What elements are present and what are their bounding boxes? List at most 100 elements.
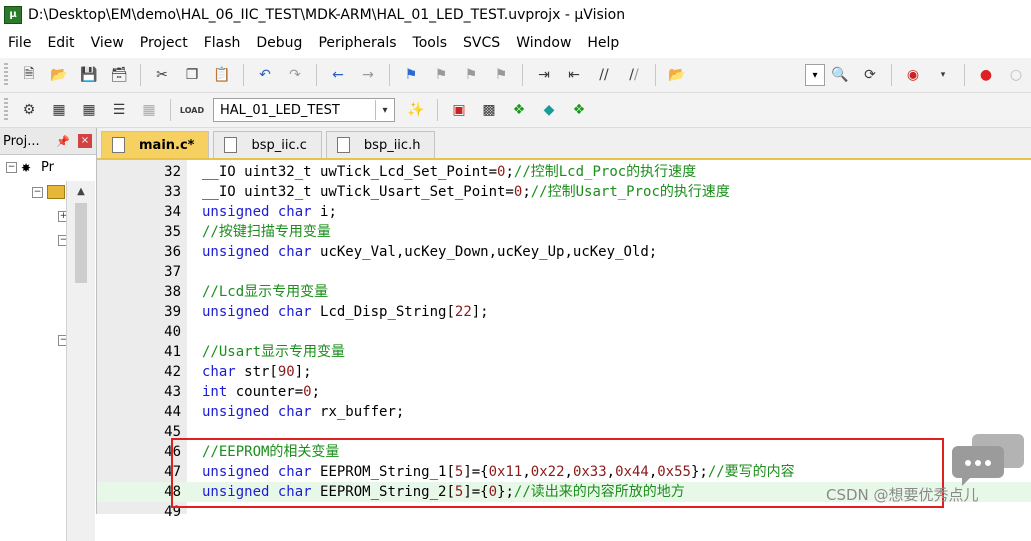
code-line[interactable]: 45 [97,422,1031,442]
save-all-icon[interactable]: 🗃 [108,64,130,86]
code-text: __IO uint32_t uwTick_Lcd_Set_Point=0;//控… [202,162,696,182]
code-line[interactable]: 38 //Lcd显示专用变量 [97,282,1031,302]
copy-icon[interactable]: ❐ [181,64,203,86]
clear-bookmarks-icon[interactable]: ⚑ [490,64,512,86]
navigate-back-icon[interactable]: ← [327,64,349,86]
translate-icon[interactable]: ⚙ [18,99,40,121]
disable-breakpoint-icon[interactable]: ○ [1005,64,1027,86]
code-token: ; [522,184,531,200]
menu-tools[interactable]: Tools [405,35,456,51]
paste-icon[interactable]: 📋 [211,64,233,86]
find-in-files-icon[interactable]: 📂 [666,64,688,86]
menu-project[interactable]: Project [132,35,196,51]
next-bookmark-icon[interactable]: ⚑ [460,64,482,86]
batch-build-icon[interactable]: ☰ [108,99,130,121]
code-line[interactable]: 39 unsigned char Lcd_Disp_String[22]; [97,302,1031,322]
scroll-up-icon[interactable]: ▲ [67,181,95,201]
manage-rte-icon[interactable]: ❖ [508,99,530,121]
comment-icon[interactable]: // [593,64,615,86]
code-line[interactable]: 41 //Usart显示专用变量 [97,342,1031,362]
target-options-icon[interactable]: ✨ [405,99,427,121]
tab-bsp-iic-h[interactable]: bsp_iic.h [325,131,436,158]
toolbar-grip[interactable] [4,98,8,122]
new-file-icon[interactable]: 🗎 [18,64,40,86]
code-line[interactable]: 42 char str[90]; [97,362,1031,382]
unindent-icon[interactable]: ⇤ [563,64,585,86]
download-load-icon[interactable]: LOAD [180,99,204,121]
scrollbar-thumb[interactable] [75,203,87,283]
pin-icon[interactable]: 📌 [56,135,70,148]
bookmark-icon[interactable]: ⚑ [400,64,422,86]
indent-icon[interactable]: ⇥ [533,64,555,86]
project-tree-scrollbar[interactable]: ▲ [66,181,95,541]
menu-debug[interactable]: Debug [248,35,310,51]
code-line[interactable]: 44 unsigned char rx_buffer; [97,402,1031,422]
code-line[interactable]: 34 unsigned char i; [97,202,1031,222]
code-line[interactable]: 40 [97,322,1031,342]
open-folder-icon[interactable]: 📂 [48,64,70,86]
menu-file[interactable]: File [0,35,39,51]
code-line[interactable]: 49 [97,502,1031,522]
cut-icon[interactable]: ✂ [151,64,173,86]
undo-icon[interactable]: ↶ [254,64,276,86]
target-select[interactable]: HAL_01_LED_TEST ▾ [213,98,395,122]
tab-label: main.c* [139,137,195,153]
tab-bsp-iic-c[interactable]: bsp_iic.c [213,131,322,158]
code-line[interactable]: 33 __IO uint32_t uwTick_Usart_Set_Point=0… [97,182,1031,202]
menu-view[interactable]: View [83,35,132,51]
debug-dropdown-icon[interactable]: ▾ [932,64,954,86]
code-text: //按键扫描专用变量 [202,222,331,242]
menu-svcs[interactable]: SVCS [455,35,508,51]
stop-build-icon[interactable]: ▦ [138,99,160,121]
code-token: char [277,204,312,220]
collapse-icon[interactable]: − [32,186,43,198]
find-dropdown[interactable]: ▾ [805,64,825,86]
debug-session-icon[interactable]: ◉ [902,64,924,86]
code-token: 90 [277,364,295,380]
line-number: 40 [164,324,181,340]
menu-help[interactable]: Help [579,35,627,51]
code-token: 0x55 [657,464,691,480]
build-icon[interactable]: ▦ [48,99,70,121]
breakpoint-icon[interactable]: ● [975,64,997,86]
code-line[interactable]: 43 int counter=0; [97,382,1031,402]
prev-bookmark-icon[interactable]: ⚑ [430,64,452,86]
rebuild-icon[interactable]: ▦ [78,99,100,121]
pack-installer-icon[interactable]: ◆ [538,99,560,121]
code-line[interactable]: 37 [97,262,1031,282]
code-token: EEPROM_String_2[ [311,484,455,500]
find-icon[interactable]: 🔍 [829,64,851,86]
menu-edit[interactable]: Edit [39,35,82,51]
save-icon[interactable]: 💾 [78,64,100,86]
code-line[interactable]: 47 unsigned char EEPROM_String_1[5]={0x11… [97,462,1031,482]
menu-bar: File Edit View Project Flash Debug Perip… [0,30,1031,56]
chevron-down-icon[interactable]: ▾ [375,100,394,120]
uncomment-icon[interactable]: / / [623,64,645,86]
code-line[interactable]: 46 //EEPROM的相关变量 [97,442,1031,462]
navigate-forward-icon[interactable]: → [357,64,379,86]
code-line[interactable]: 35 //按键扫描专用变量 [97,222,1031,242]
toolbar-grip[interactable] [4,63,8,87]
code-line[interactable]: 36 unsigned char ucKey_Val,ucKey_Down,ucK… [97,242,1031,262]
menu-flash[interactable]: Flash [196,35,249,51]
tab-main-c[interactable]: main.c* [101,131,210,158]
code-editor[interactable]: 32 __IO uint32_t uwTick_Lcd_Set_Point=0;/… [97,160,1031,520]
code-token: ]={ [463,484,489,500]
tree-row-root[interactable]: − ✸ Pr [6,160,54,175]
close-icon[interactable]: × [78,134,92,148]
menu-peripherals[interactable]: Peripherals [310,35,404,51]
code-token: unsigned [202,304,270,320]
code-token: 0 [488,484,498,500]
redo-icon[interactable]: ↷ [284,64,306,86]
line-number: 48 [164,484,181,500]
manage-project-items-icon[interactable]: ▣ [448,99,470,121]
collapse-icon[interactable]: − [6,162,17,173]
code-text: unsigned char i; [202,202,337,222]
code-line[interactable]: 32 __IO uint32_t uwTick_Lcd_Set_Point=0;/… [97,162,1031,182]
tree-row-target[interactable]: − [32,185,65,199]
incremental-find-icon[interactable]: ⟳ [859,64,881,86]
select-packs-icon[interactable]: ▩ [478,99,500,121]
menu-window[interactable]: Window [508,35,579,51]
code-token: unsigned [202,484,270,500]
rte-components-icon[interactable]: ❖ [568,99,590,121]
